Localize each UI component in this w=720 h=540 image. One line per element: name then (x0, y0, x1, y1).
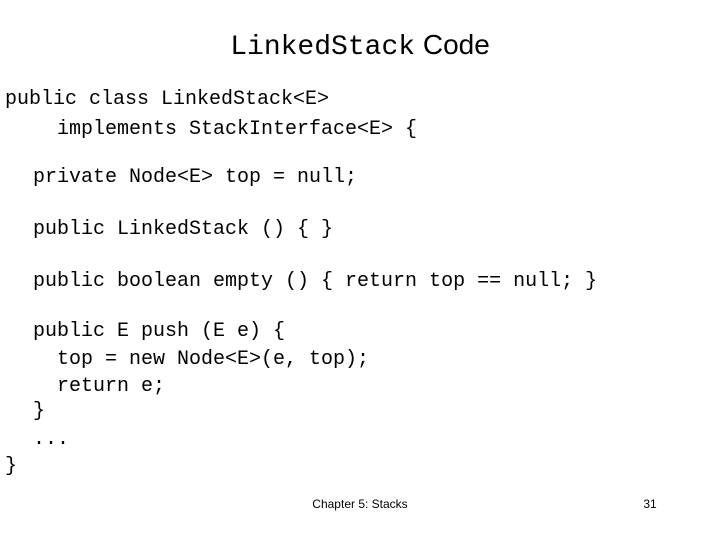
code-line: ... (33, 428, 70, 451)
code-line: implements StackInterface<E> { (57, 118, 418, 141)
code-line: } (33, 400, 46, 423)
page-title: LinkedStack Code (0, 28, 720, 65)
page-title-sans-part: Code (415, 29, 490, 60)
code-line: public class LinkedStack<E> (5, 88, 330, 111)
code-line: return e; (57, 375, 166, 398)
code-line: } (5, 455, 18, 478)
page-title-mono-part: LinkedStack (230, 32, 416, 63)
slide-canvas: LinkedStack Code public class LinkedStac… (0, 0, 720, 540)
code-line: public E push (E e) { (33, 320, 286, 343)
code-line: public LinkedStack () { } (33, 218, 334, 241)
code-line: top = new Node<E>(e, top); (57, 348, 370, 371)
code-line: public boolean empty () { return top == … (33, 270, 598, 293)
footer-page-number: 31 (643, 497, 657, 511)
code-line: private Node<E> top = null; (33, 166, 358, 189)
